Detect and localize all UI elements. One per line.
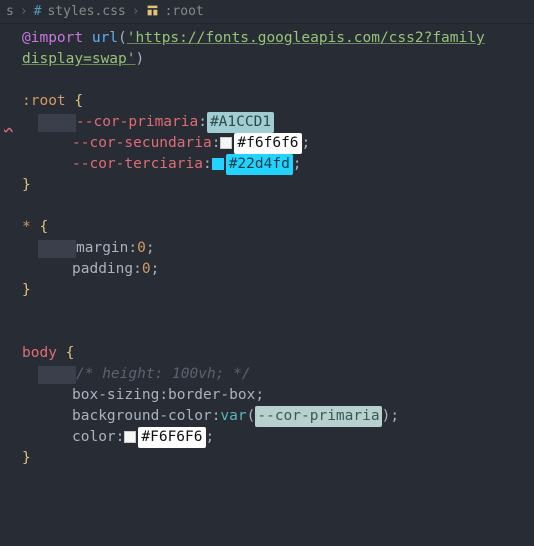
code-line: [4, 196, 534, 217]
code-line: margin: 0;: [4, 238, 534, 259]
breadcrumb-symbol[interactable]: :root: [165, 4, 204, 19]
code-line: --cor-primaria: #A1CCD1: [4, 112, 534, 133]
breadcrumb-file[interactable]: styles.css: [47, 4, 125, 19]
code-line: }: [4, 280, 534, 301]
code-line: background-color: var(--cor-primaria);: [4, 406, 534, 427]
code-line: [4, 301, 534, 322]
color-value[interactable]: #22d4fd: [226, 154, 293, 175]
code-line: @import url('https://fonts.googleapis.co…: [4, 28, 534, 49]
code-line: display=swap'): [4, 49, 534, 70]
breadcrumb-parent[interactable]: s: [6, 4, 14, 19]
color-value[interactable]: #F6F6F6: [138, 427, 205, 448]
css-var-ref[interactable]: --cor-primaria: [255, 406, 381, 427]
color-swatch-icon[interactable]: [220, 137, 232, 149]
code-line: * {: [4, 217, 534, 238]
color-value[interactable]: #f6f6f6: [234, 133, 301, 154]
code-line: --cor-terciaria: #22d4fd;: [4, 154, 534, 175]
breadcrumb[interactable]: s › # styles.css › :root: [0, 0, 534, 24]
code-line: padding: 0;: [4, 259, 534, 280]
code-line: --cor-secundaria: #f6f6f6;: [4, 133, 534, 154]
fold-placeholder[interactable]: [38, 240, 76, 258]
code-line: color: #F6F6F6;: [4, 427, 534, 448]
code-editor[interactable]: @import url('https://fonts.googleapis.co…: [0, 24, 534, 469]
code-line: box-sizing: border-box;: [4, 385, 534, 406]
breadcrumb-separator: ›: [20, 4, 28, 19]
code-line: body {: [4, 343, 534, 364]
css-file-icon: #: [34, 4, 42, 19]
breadcrumb-separator: ›: [132, 4, 140, 19]
color-value[interactable]: #A1CCD1: [207, 112, 274, 133]
code-line: [4, 322, 534, 343]
code-line: }: [4, 175, 534, 196]
color-swatch-icon[interactable]: [124, 431, 136, 443]
fold-placeholder[interactable]: [38, 366, 76, 384]
css-rule-icon: [146, 4, 159, 20]
code-line: }: [4, 448, 534, 469]
code-line: /* height: 100vh; */: [4, 364, 534, 385]
color-swatch-icon[interactable]: [212, 158, 224, 170]
code-line: :root {: [4, 91, 534, 112]
fold-placeholder[interactable]: [38, 114, 76, 132]
code-line: [4, 70, 534, 91]
